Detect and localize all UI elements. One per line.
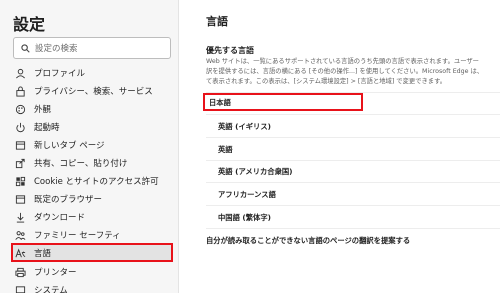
sidebar-item-family-safety[interactable]: ファミリー セーフティ xyxy=(14,226,164,244)
sidebar-item-startup[interactable]: 起動時 xyxy=(14,118,164,136)
language-item[interactable]: 英語 (アメリカ合衆国) xyxy=(218,167,293,177)
page-title: 言語 xyxy=(206,15,228,28)
sidebar-item-profile[interactable]: プロファイル xyxy=(14,64,164,82)
language-item[interactable]: 日本語 xyxy=(209,98,231,108)
sidebar-item-default-browser[interactable]: 既定のブラウザー xyxy=(14,190,164,208)
cookie-icon xyxy=(14,175,26,187)
sidebar-item-label: 起動時 xyxy=(34,123,60,133)
description-line: て表示されます。この表示は、[システム環境設定] > [言語と地域] で変更でき… xyxy=(206,78,447,85)
settings-title: 設定 xyxy=(13,15,46,34)
divider xyxy=(206,114,500,115)
sidebar-item-label: プロファイル xyxy=(34,69,86,79)
sidebar-item-label: 既定のブラウザー xyxy=(34,195,103,205)
browser-icon xyxy=(14,193,26,205)
sidebar-item-label: Cookie とサイトのアクセス許可 xyxy=(34,177,159,187)
sidebar-item-label: 言語 xyxy=(34,249,52,259)
language-icon xyxy=(14,247,26,259)
description-line: Web サイトは、一覧にあるサポートされている言語のうち先頭の言語で表示されます… xyxy=(206,58,479,65)
sidebar-item-label: ダウンロード xyxy=(34,213,86,223)
sidebar-item-languages[interactable]: 言語 xyxy=(13,244,171,262)
search-icon xyxy=(21,43,30,53)
sidebar-item-label: 共有、コピー、貼り付け xyxy=(34,159,128,169)
sidebar-item-new-tab[interactable]: 新しいタブ ページ xyxy=(14,136,164,154)
divider xyxy=(206,92,500,93)
sidebar-item-appearance[interactable]: 外観 xyxy=(14,100,164,118)
sidebar-item-privacy[interactable]: プライバシー、検索、サービス xyxy=(14,82,164,100)
sidebar-item-system[interactable]: システム xyxy=(14,281,164,293)
lock-icon xyxy=(14,85,26,97)
settings-window: 設定 設定の検索 プロファイル プライバシー、検索、サービス 外観 起動時 新し… xyxy=(0,0,500,293)
language-item[interactable]: 英語 (イギリス) xyxy=(218,122,271,132)
share-icon xyxy=(14,157,26,169)
download-icon xyxy=(14,211,26,223)
sidebar-item-share[interactable]: 共有、コピー、貼り付け xyxy=(14,154,164,172)
sidebar-item-label: ファミリー セーフティ xyxy=(34,231,121,241)
sidebar-item-label: 外観 xyxy=(34,105,52,115)
sidebar-item-label: システム xyxy=(34,286,68,293)
printer-icon xyxy=(14,266,26,278)
description-line: 訳を提供するには、言語の横にある [その他の操作...] を使用してください。M… xyxy=(206,68,484,75)
sidebar-item-label: プライバシー、検索、サービス xyxy=(34,87,153,97)
new-tab-icon xyxy=(14,139,26,151)
language-item[interactable]: アフリカーンス語 xyxy=(218,190,276,200)
sidebar: 設定 設定の検索 プロファイル プライバシー、検索、サービス 外観 起動時 新し… xyxy=(0,0,179,293)
language-item[interactable]: 中国語 (繁体字) xyxy=(218,213,271,223)
language-item[interactable]: 英語 xyxy=(218,145,233,155)
preferred-languages-heading: 優先する言語 xyxy=(206,46,254,55)
main-panel: 言語 優先する言語 Web サイトは、一覧にあるサポートされている言語のうち先頭… xyxy=(180,0,500,293)
divider xyxy=(206,205,500,206)
system-icon xyxy=(14,284,26,293)
divider xyxy=(206,182,500,183)
sidebar-item-label: プリンター xyxy=(34,268,77,278)
divider xyxy=(206,228,500,229)
family-icon xyxy=(14,229,26,241)
search-input[interactable]: 設定の検索 xyxy=(13,37,171,59)
sidebar-item-downloads[interactable]: ダウンロード xyxy=(14,208,164,226)
profile-icon xyxy=(14,67,26,79)
divider xyxy=(206,160,500,161)
translate-offer-label: 自分が読み取ることができない言語のページの翻訳を提案する xyxy=(206,236,411,245)
search-placeholder: 設定の検索 xyxy=(35,44,78,54)
power-icon xyxy=(14,121,26,133)
divider xyxy=(206,137,500,138)
appearance-icon xyxy=(14,103,26,115)
sidebar-item-label: 新しいタブ ページ xyxy=(34,141,105,151)
languages-description: Web サイトは、一覧にあるサポートされている言語のうち先頭の言語で表示されます… xyxy=(206,57,500,87)
sidebar-item-cookies[interactable]: Cookie とサイトのアクセス許可 xyxy=(14,172,164,190)
sidebar-item-printers[interactable]: プリンター xyxy=(14,263,164,281)
